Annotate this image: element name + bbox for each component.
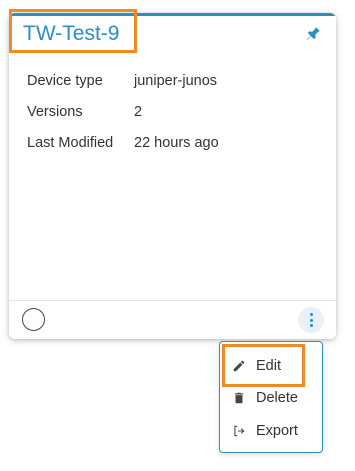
detail-value: 22 hours ago — [134, 134, 219, 151]
detail-value: juniper-junos — [134, 72, 218, 89]
menu-item-export[interactable]: Export — [220, 415, 322, 447]
trash-icon — [232, 391, 246, 405]
pin-icon[interactable] — [304, 25, 322, 43]
kebab-dot-icon — [309, 313, 313, 316]
menu-item-edit[interactable]: Edit — [220, 350, 322, 382]
menu-item-label: Delete — [256, 390, 298, 406]
kebab-dot-icon — [309, 324, 313, 327]
detail-row-versions: Versions 2 — [27, 96, 219, 127]
detail-row-last-modified: Last Modified 22 hours ago — [27, 127, 219, 158]
device-details: Device type juniper-junos Versions 2 Las… — [27, 65, 219, 158]
detail-label: Device type — [27, 72, 103, 89]
menu-item-delete[interactable]: Delete — [220, 382, 322, 414]
detail-value: 2 — [134, 103, 143, 120]
menu-item-label: Edit — [256, 358, 281, 374]
actions-menu: Edit Delete Export — [219, 341, 323, 453]
stage: TW-Test-9 Device type juniper-junos Vers… — [0, 0, 355, 471]
export-icon — [232, 424, 246, 438]
device-card[interactable]: TW-Test-9 Device type juniper-junos Vers… — [9, 13, 336, 339]
detail-row-device-type: Device type juniper-junos — [27, 65, 219, 96]
detail-label: Last Modified — [27, 134, 114, 151]
card-accent-bar — [9, 13, 336, 16]
card-footer — [9, 300, 336, 339]
card-title[interactable]: TW-Test-9 — [23, 21, 119, 47]
status-circle-icon[interactable] — [22, 308, 45, 331]
kebab-dot-icon — [309, 318, 313, 322]
more-options-button[interactable] — [298, 307, 324, 333]
pencil-icon — [232, 359, 246, 373]
menu-item-label: Export — [256, 423, 298, 439]
detail-label: Versions — [27, 103, 83, 120]
